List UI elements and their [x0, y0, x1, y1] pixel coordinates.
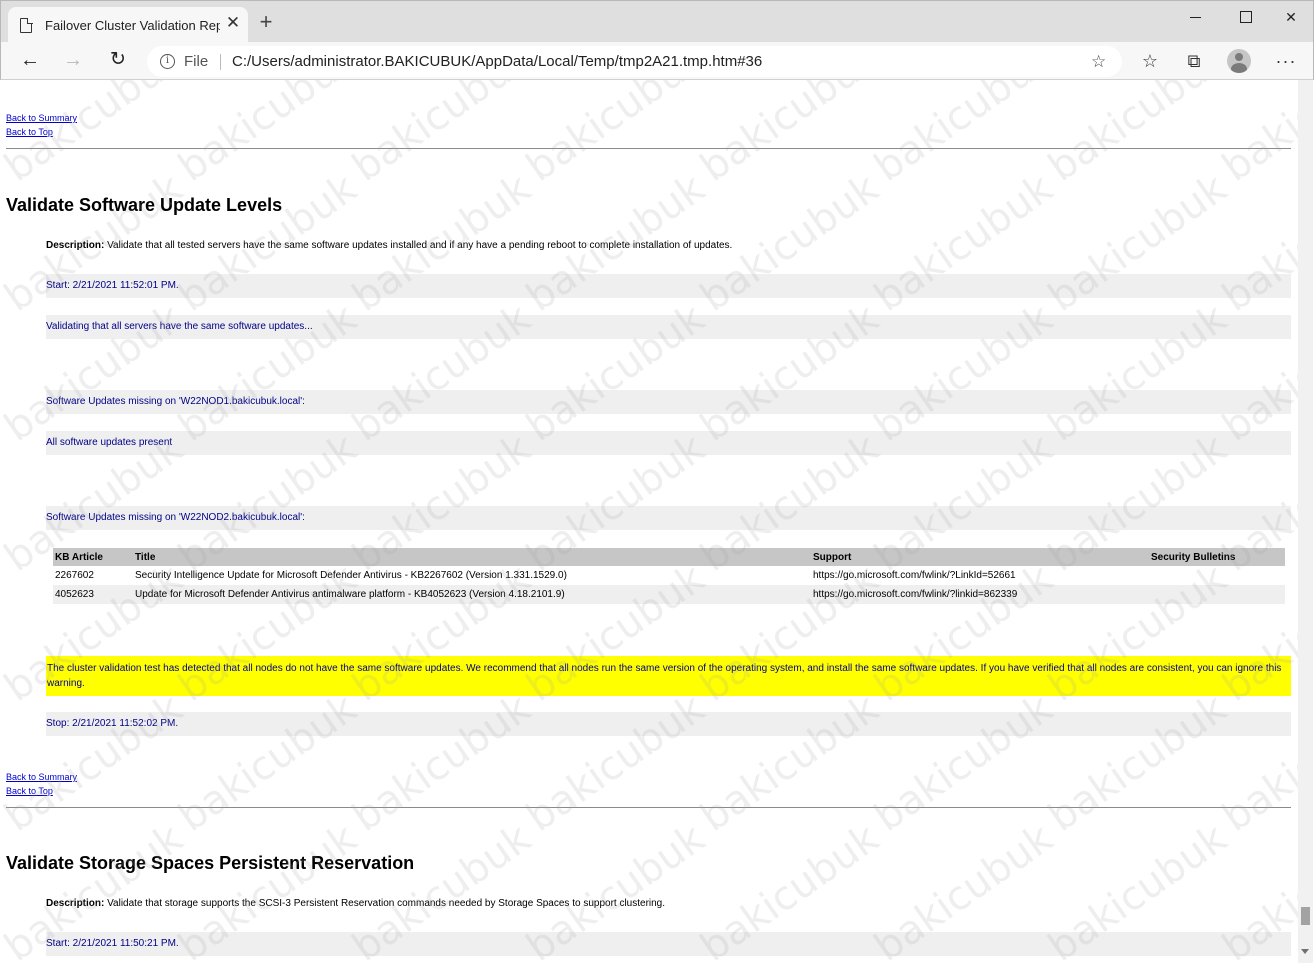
support-cell: https://go.microsoft.com/fwlink/?LinkId=… [813, 570, 1016, 581]
collections-icon[interactable]: ⧉ [1182, 50, 1206, 72]
watermark-text: bakicubuk [1214, 80, 1298, 191]
new-tab-button[interactable]: + [257, 11, 275, 33]
bulletins-cell [1149, 566, 1285, 585]
watermark-text: bakicubuk [518, 80, 714, 191]
watermark-text: bakicubuk [518, 685, 714, 841]
watermark-text: bakicubuk [344, 685, 540, 841]
missing-updates-node2: Software Updates missing on 'W22NOD2.bak… [46, 506, 1291, 530]
address-separator [220, 54, 221, 70]
tab-bar: Failover Cluster Validation Report ✕ + ✕ [0, 0, 1314, 43]
vertical-scrollbar[interactable] [1298, 80, 1313, 963]
stop-time: Stop: 2/21/2021 11:52:02 PM. [46, 712, 1291, 736]
info-icon[interactable]: i [160, 54, 175, 69]
divider [6, 807, 1291, 808]
url-text[interactable]: C:/Users/administrator.BAKICUBUK/AppData… [232, 53, 762, 70]
watermark-text: bakicubuk [1040, 80, 1236, 191]
description-label: Description: [46, 898, 105, 909]
bulletins-cell [1149, 585, 1285, 604]
minimize-button[interactable] [1173, 5, 1219, 31]
scroll-down-arrow-icon[interactable] [1301, 949, 1309, 954]
back-to-summary-link[interactable]: Back to Summary [6, 772, 77, 782]
title-cell: Security Intelligence Update for Microso… [135, 570, 567, 581]
close-window-button[interactable]: ✕ [1268, 5, 1314, 31]
kb-article-cell: 2267602 [55, 570, 94, 581]
section-description: Description: Validate that all tested se… [46, 240, 732, 251]
watermark-text: bakicubuk [170, 685, 366, 841]
scrollbar-thumb[interactable] [1301, 907, 1310, 925]
col-security-bulletins: Security Bulletins [1149, 548, 1285, 566]
file-label: File [184, 53, 209, 70]
watermark-text: bakicubuk [692, 685, 888, 841]
document-icon [20, 17, 33, 33]
table-row: 2267602 Security Intelligence Update for… [53, 566, 1285, 585]
description-label: Description: [46, 240, 105, 251]
browser-tab[interactable]: Failover Cluster Validation Report ✕ [8, 7, 248, 43]
description-text: Validate that all tested servers have th… [107, 240, 733, 251]
table-header-row: KB Article Title Support Security Bullet… [53, 548, 1285, 566]
section-title: Validate Software Update Levels [6, 195, 283, 215]
warning-message: The cluster validation test has detected… [46, 656, 1291, 696]
more-options-icon[interactable]: ··· [1274, 50, 1298, 72]
validating-message: Validating that all servers have the sam… [46, 315, 1291, 339]
start-time: Start: 2/21/2021 11:50:21 PM. [46, 932, 1291, 956]
watermark-text: bakicubuk [170, 80, 366, 191]
table-row: 4052623 Update for Microsoft Defender An… [53, 585, 1285, 604]
divider [6, 148, 1291, 149]
col-support: Support [811, 548, 1149, 566]
watermark-text: bakicubuk [344, 80, 540, 191]
watermark-text: bakicubuk [1, 685, 192, 841]
watermark-text: bakicubuk [866, 685, 1062, 841]
watermark-text: bakicubuk [1214, 685, 1298, 841]
start-time: Start: 2/21/2021 11:52:01 PM. [46, 274, 1291, 298]
address-bar[interactable]: i File C:/Users/administrator.BAKICUBUK/… [147, 46, 1122, 77]
back-arrow-icon[interactable]: ← [17, 48, 43, 74]
watermark-text: bakicubuk [866, 80, 1062, 191]
kb-article-cell: 4052623 [53, 585, 133, 604]
missing-updates-node1: Software Updates missing on 'W22NOD1.bak… [46, 390, 1291, 414]
section-title: Validate Storage Spaces Persistent Reser… [6, 853, 415, 873]
reload-icon[interactable]: ↻ [105, 48, 131, 74]
all-updates-present: All software updates present [46, 431, 1291, 455]
tab-title: Failover Cluster Validation Report [45, 18, 220, 33]
browser-toolbar: ← → ↻ i File C:/Users/administrator.BAKI… [0, 42, 1314, 80]
description-text: Validate that storage supports the SCSI-… [107, 898, 666, 909]
title-cell: Update for Microsoft Defender Antivirus … [133, 585, 811, 604]
back-to-summary-link[interactable]: Back to Summary [6, 113, 77, 123]
favorites-icon[interactable]: ☆ [1138, 50, 1162, 72]
watermark-text: bakicubuk [1040, 685, 1236, 841]
col-title: Title [133, 548, 811, 566]
maximize-button[interactable] [1222, 5, 1268, 31]
close-tab-icon[interactable]: ✕ [224, 14, 242, 32]
missing-updates-table: KB Article Title Support Security Bullet… [53, 548, 1285, 604]
support-cell: https://go.microsoft.com/fwlink/?linkid=… [811, 585, 1149, 604]
back-to-top-link[interactable]: Back to Top [6, 786, 53, 796]
watermark-text: bakicubuk [692, 80, 888, 191]
forward-arrow-icon[interactable]: → [60, 48, 86, 74]
profile-avatar[interactable] [1227, 49, 1251, 73]
back-to-top-link[interactable]: Back to Top [6, 127, 53, 137]
page-content: Back to Summary Back to Top Validate Sof… [1, 80, 1298, 963]
col-kb-article: KB Article [53, 548, 133, 566]
add-favorite-icon[interactable]: ☆ [1091, 52, 1106, 72]
section-description: Description: Validate that storage suppo… [46, 898, 665, 909]
